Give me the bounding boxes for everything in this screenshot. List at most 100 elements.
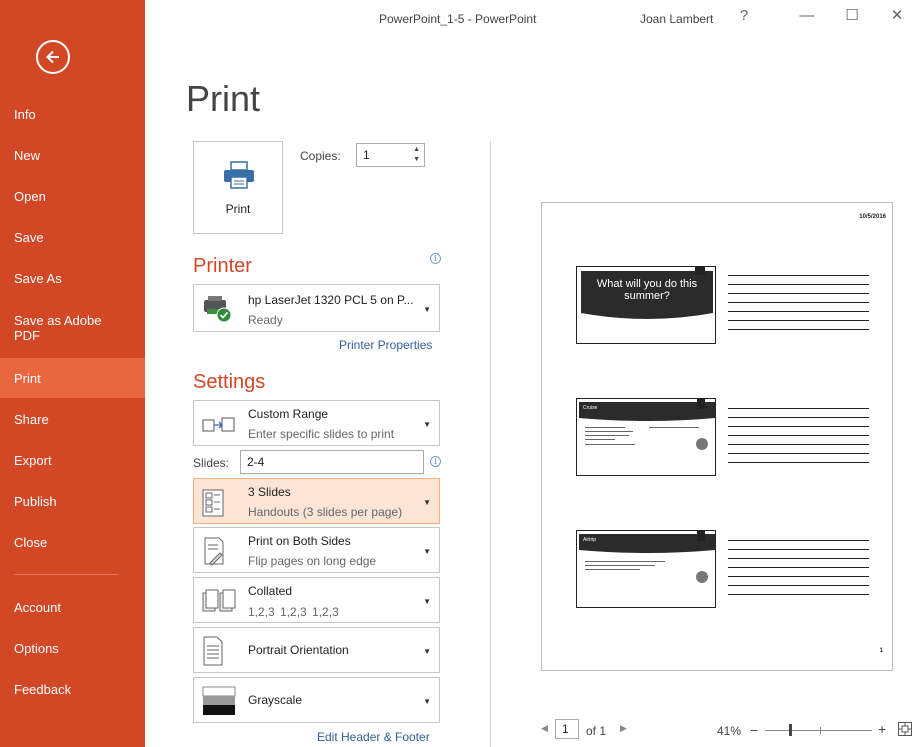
printer-dropdown[interactable]: hp LaserJet 1320 PCL 5 on P... Ready ▼: [193, 284, 440, 332]
copies-value: 1: [363, 148, 370, 162]
layout-dropdown[interactable]: 3 Slides Handouts (3 slides per page) ▼: [193, 478, 440, 524]
print-range-dropdown[interactable]: Custom Range Enter specific slides to pr…: [193, 400, 440, 446]
slide-thumbnail: What will you do this summer?: [576, 266, 716, 344]
handouts-icon: [202, 489, 224, 517]
print-range-title: Custom Range: [248, 407, 329, 421]
color-title: Grayscale: [248, 693, 303, 707]
slide-title: What will you do this summer?: [596, 278, 698, 302]
portrait-orientation-icon: [203, 636, 223, 666]
minimize-button[interactable]: —: [795, 6, 819, 26]
airtrip-slide-background: [579, 531, 715, 583]
nav-separator: [14, 574, 118, 575]
zoom-slider[interactable]: [765, 730, 872, 731]
slide-title: Cruise: [583, 405, 598, 411]
print-preview-page: 10/5/2016 What will you do this summer? …: [541, 202, 893, 671]
printer-status: Ready: [248, 313, 283, 327]
chevron-down-icon: ▼: [423, 305, 431, 314]
print-both-sides-icon: [204, 537, 224, 566]
zoom-slider-tick: [820, 727, 821, 734]
back-button[interactable]: [36, 40, 70, 74]
current-page: 1: [562, 722, 569, 736]
nav-publish[interactable]: Publish: [0, 481, 145, 521]
slide-thumbnail: Cruise: [576, 398, 716, 476]
chevron-down-icon: ▼: [423, 697, 431, 706]
chevron-down-icon: ▼: [423, 420, 431, 429]
nav-save[interactable]: Save: [0, 217, 145, 257]
title-bar: PowerPoint_1-5 - PowerPoint Joan Lambert…: [145, 0, 915, 30]
nav-share[interactable]: Share: [0, 399, 145, 439]
slide-title: Airtrip: [583, 537, 597, 543]
duplex-desc: Flip pages on long edge: [248, 554, 377, 568]
orientation-dropdown[interactable]: Portrait Orientation ▼: [193, 627, 440, 673]
grayscale-icon: [202, 686, 236, 715]
chevron-down-icon: ▼: [423, 547, 431, 556]
panel-divider: [490, 141, 491, 747]
nav-print[interactable]: Print: [0, 358, 145, 398]
notes-lines: [728, 275, 869, 338]
nav-info[interactable]: Info: [0, 94, 145, 134]
nav-save-as-adobe-pdf[interactable]: Save as Adobe PDF: [0, 300, 125, 356]
spin-down-icon[interactable]: ▼: [413, 156, 420, 163]
zoom-out-icon[interactable]: −: [750, 722, 758, 738]
page-title: Print: [186, 78, 261, 119]
printer-properties-link[interactable]: Printer Properties: [339, 338, 432, 352]
color-dropdown[interactable]: Grayscale ▼: [193, 677, 440, 723]
printer-heading: Printer: [193, 255, 252, 277]
spin-up-icon[interactable]: ▲: [413, 146, 420, 153]
user-name[interactable]: Joan Lambert: [640, 12, 713, 26]
copies-label: Copies:: [300, 149, 341, 163]
cruise-slide-background: [579, 399, 715, 450]
page-number-input[interactable]: 1: [555, 719, 579, 739]
collation-desc: 1,2,3 1,2,3 1,2,3: [248, 605, 339, 619]
edit-header-footer-link[interactable]: Edit Header & Footer: [317, 730, 430, 744]
nav-new[interactable]: New: [0, 135, 145, 175]
notes-lines: [728, 408, 869, 471]
chevron-down-icon: ▼: [423, 498, 431, 507]
orientation-title: Portrait Orientation: [248, 643, 349, 657]
collation-dropdown[interactable]: Collated 1,2,3 1,2,3 1,2,3 ▼: [193, 577, 440, 623]
backstage-sidebar: Info New Open Save Save As Save as Adobe…: [0, 0, 145, 747]
duplex-dropdown[interactable]: Print on Both Sides Flip pages on long e…: [193, 527, 440, 573]
maximize-button[interactable]: ☐: [840, 6, 864, 26]
page-count: of 1: [586, 724, 607, 738]
fit-to-window-icon[interactable]: [897, 721, 913, 737]
zoom-slider-thumb[interactable]: [789, 724, 792, 736]
custom-range-icon: [202, 417, 235, 432]
slides-value: 2-4: [247, 455, 265, 469]
slides-input[interactable]: 2-4: [240, 450, 424, 474]
window-title: PowerPoint_1-5 - PowerPoint: [379, 12, 537, 26]
layout-title: 3 Slides: [248, 485, 291, 499]
next-page-icon[interactable]: ▶: [620, 723, 627, 734]
close-button[interactable]: ✕: [885, 6, 909, 26]
nav-options[interactable]: Options: [0, 628, 145, 668]
slide-thumbnail: Airtrip: [576, 530, 716, 608]
printer-ready-icon: [204, 296, 232, 323]
collated-icon: [202, 589, 236, 612]
info-icon[interactable]: i: [430, 456, 441, 467]
page-date: 10/5/2016: [859, 214, 886, 220]
info-icon[interactable]: i: [430, 253, 441, 264]
collation-title: Collated: [248, 584, 293, 598]
print-range-desc: Enter specific slides to print: [248, 427, 395, 441]
copies-input[interactable]: 1 ▲ ▼: [356, 143, 425, 167]
layout-desc: Handouts (3 slides per page): [248, 505, 403, 519]
previous-page-icon[interactable]: ◀: [541, 723, 548, 734]
print-button-label: Print: [225, 202, 251, 216]
nav-account[interactable]: Account: [0, 587, 145, 627]
nav-open[interactable]: Open: [0, 176, 145, 216]
zoom-level[interactable]: 41%: [717, 724, 741, 738]
settings-heading: Settings: [193, 371, 266, 393]
print-button[interactable]: Print: [193, 141, 283, 234]
chevron-down-icon: ▼: [423, 597, 431, 606]
back-arrow-icon: [46, 50, 59, 64]
duplex-title: Print on Both Sides: [248, 534, 351, 548]
nav-feedback[interactable]: Feedback: [0, 669, 145, 709]
nav-save-as[interactable]: Save As: [0, 258, 145, 298]
zoom-in-icon[interactable]: +: [878, 721, 886, 737]
help-button[interactable]: ?: [732, 6, 756, 26]
chevron-down-icon: ▼: [423, 647, 431, 656]
nav-close[interactable]: Close: [0, 522, 145, 562]
nav-export[interactable]: Export: [0, 440, 145, 480]
slides-label: Slides:: [193, 456, 230, 470]
printer-icon: [224, 161, 254, 189]
